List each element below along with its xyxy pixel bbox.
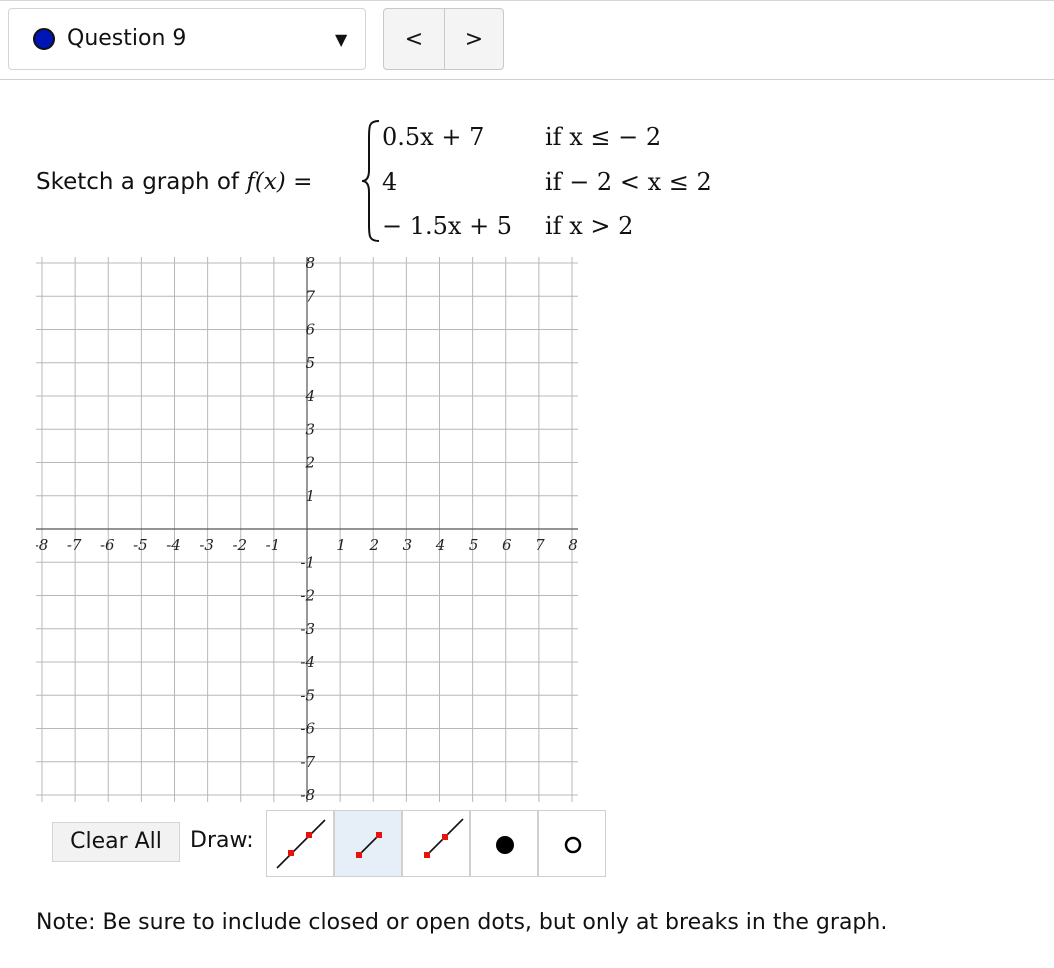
ray-tool-icon [424,818,464,858]
y-tick-label: -3 [300,620,315,638]
question-status-dot [33,28,55,50]
clear-all-button[interactable]: Clear All [52,822,180,862]
graph-svg[interactable]: -8 -7 -6 -5 -4 -3 -2 -1 1 2 3 4 5 6 7 8 8 7 6 5 4 3 2 1 -1 -2 -3 -4… [34,254,578,804]
closed-dot-icon [496,836,514,854]
graph-canvas[interactable]: -8 -7 -6 -5 -4 -3 -2 -1 1 2 3 4 5 6 7 8 8 7 6 5 4 3 2 1 -1 -2 -3 -4… [34,254,578,806]
x-tick-label: 1 [336,536,346,554]
top-divider [0,0,1054,1]
tool-ray-button[interactable] [402,810,470,877]
draw-label: Draw: [190,828,254,853]
next-question-button[interactable]: > [444,9,504,69]
y-tick-label: -2 [300,587,315,605]
x-tick-label: -6 [100,536,115,554]
y-tick-label: -4 [300,653,315,671]
case-2-expression: 4 [382,168,398,196]
line-tool-icon [276,819,326,869]
x-tick-label: -1 [266,536,281,554]
x-tick-label: -3 [199,536,214,554]
x-tick-label: -8 [36,536,48,554]
x-tick-label: 6 [502,536,512,554]
y-tick-label: -5 [300,686,315,704]
x-tick-label: 5 [469,536,479,554]
x-tick-label: -4 [166,536,181,554]
segment-tool-icon [356,832,382,858]
tool-segment-button[interactable] [334,810,402,877]
y-tick-label: 1 [305,487,315,505]
left-brace [361,120,380,242]
y-tick-label: 6 [305,321,315,339]
y-tick-label: 3 [305,420,315,438]
x-tick-label: -2 [232,536,247,554]
x-tick-label: -5 [133,536,148,554]
tool-open-dot-button[interactable] [538,810,606,877]
case-3-condition: if x > 2 [545,212,634,240]
question-select[interactable]: Question 9 ▼ [8,8,366,70]
x-tick-label: 4 [435,536,446,554]
x-tick-label: 7 [535,536,545,554]
note-text: Note: Be sure to include closed or open … [36,910,888,935]
caret-down-icon: ▼ [335,30,348,49]
y-tick-label: 5 [305,354,315,372]
x-tick-label: 3 [403,536,413,554]
tool-line-button[interactable] [266,810,334,877]
x-tick-label: 2 [368,536,379,554]
open-dot-icon [564,836,582,854]
prompt-text: Sketch a graph of [36,169,240,195]
y-tick-label: 4 [304,387,315,405]
case-1-expression: 0.5x + 7 [382,123,485,151]
case-3-expression: − 1.5x + 5 [382,212,513,240]
question-prompt: Sketch a graph of f(x) = [36,166,312,198]
previous-question-button[interactable]: < [384,9,445,69]
x-tick-label: 8 [568,536,578,554]
x-tick-label: -7 [67,536,82,554]
function-name: f(x) = [246,169,313,195]
y-tick-label: -8 [300,786,315,802]
y-tick-label: -7 [300,753,315,771]
tool-closed-dot-button[interactable] [470,810,538,877]
y-tick-label: 2 [304,454,315,472]
y-tick-label: 7 [305,287,315,305]
header-divider [0,79,1054,80]
y-tick-label: 8 [305,257,315,272]
question-label: Question 9 [67,26,187,51]
case-1-condition: if x ≤ − 2 [545,123,662,151]
case-2-condition: if − 2 < x ≤ 2 [545,168,712,196]
question-nav: < > [383,8,504,70]
y-tick-label: -1 [300,553,315,571]
y-tick-label: -6 [300,720,315,738]
